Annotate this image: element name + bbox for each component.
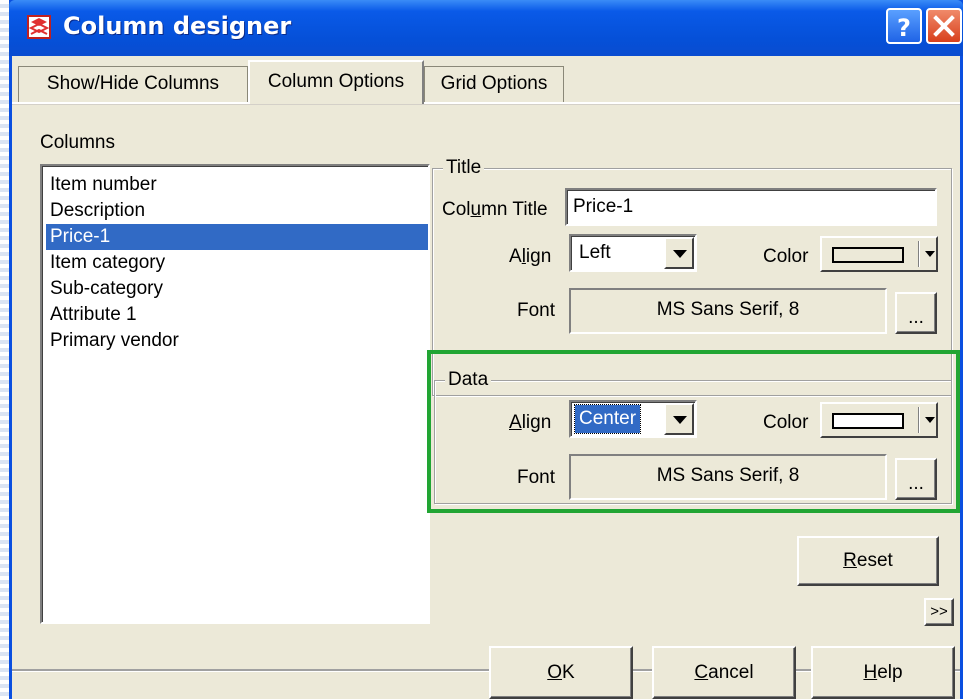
- columns-listbox[interactable]: Item number Description Price-1 Item cat…: [40, 164, 430, 624]
- tab-column-options[interactable]: Column Options: [248, 60, 424, 104]
- chevron-down-icon: [925, 417, 935, 423]
- chevron-down-icon: [925, 251, 935, 257]
- data-color-picker[interactable]: [820, 402, 938, 438]
- data-group-legend: Data: [445, 369, 492, 391]
- expand-button[interactable]: >>: [924, 598, 954, 626]
- tab-strip: Show/Hide Columns Column Options Grid Op…: [12, 56, 960, 108]
- question-icon: ?: [897, 14, 911, 42]
- chevron-down-icon[interactable]: [664, 237, 694, 269]
- title-font-label: Font: [517, 300, 556, 321]
- divider: [918, 407, 920, 433]
- data-font-display: MS Sans Serif, 8: [569, 454, 887, 500]
- data-align-select[interactable]: Center: [569, 400, 697, 438]
- cancel-button[interactable]: Cancel: [652, 646, 796, 699]
- dialog-window: Column designer ? Show/Hide Columns Colu…: [9, 0, 963, 699]
- data-align-value: Center: [573, 404, 642, 434]
- ok-button[interactable]: OK: [489, 646, 633, 699]
- title-align-select[interactable]: Left: [569, 234, 697, 272]
- app-icon: [27, 15, 51, 39]
- title-group-legend: Title: [443, 157, 485, 179]
- list-item[interactable]: Sub-category: [46, 276, 428, 302]
- title-align-value: Left: [579, 242, 611, 263]
- title-font-button[interactable]: ...: [895, 292, 937, 334]
- title-font-display: MS Sans Serif, 8: [569, 288, 887, 334]
- window-title: Column designer: [63, 12, 292, 40]
- title-color-picker[interactable]: [820, 236, 938, 272]
- list-item[interactable]: Item number: [46, 172, 428, 198]
- data-font-button[interactable]: ...: [895, 458, 937, 500]
- help-title-button[interactable]: ?: [886, 8, 922, 44]
- list-item[interactable]: Item category: [46, 250, 428, 276]
- background-stripe: [0, 0, 9, 699]
- title-bar[interactable]: Column designer ?: [9, 0, 963, 56]
- close-button[interactable]: [926, 8, 962, 44]
- title-color-label: Color: [763, 246, 809, 267]
- divider: [918, 241, 920, 267]
- list-item-selected[interactable]: Price-1: [46, 224, 428, 250]
- data-font-label: Font: [517, 467, 556, 488]
- title-color-swatch: [832, 247, 904, 263]
- data-color-label: Color: [763, 412, 809, 433]
- list-item[interactable]: Description: [46, 198, 428, 224]
- close-icon: [933, 15, 955, 37]
- data-align-label: Align: [509, 412, 552, 433]
- list-item[interactable]: Attribute 1: [46, 302, 428, 328]
- help-glyph: ?: [897, 14, 911, 42]
- dialog-client: Show/Hide Columns Column Options Grid Op…: [12, 56, 960, 699]
- tab-grid-options[interactable]: Grid Options: [424, 66, 564, 102]
- help-button[interactable]: Help: [811, 646, 955, 699]
- column-title-input[interactable]: Price-1: [565, 188, 937, 226]
- tab-line-shadow: [12, 104, 960, 105]
- column-title-label: Column Title: [442, 199, 548, 220]
- list-item[interactable]: Primary vendor: [46, 328, 428, 354]
- tab-show-hide-columns[interactable]: Show/Hide Columns: [18, 66, 248, 102]
- chevron-down-icon[interactable]: [664, 403, 694, 435]
- title-align-label: Align: [509, 246, 552, 267]
- reset-button[interactable]: Reset: [797, 536, 939, 586]
- columns-label: Columns: [40, 132, 115, 153]
- data-color-swatch: [832, 413, 904, 429]
